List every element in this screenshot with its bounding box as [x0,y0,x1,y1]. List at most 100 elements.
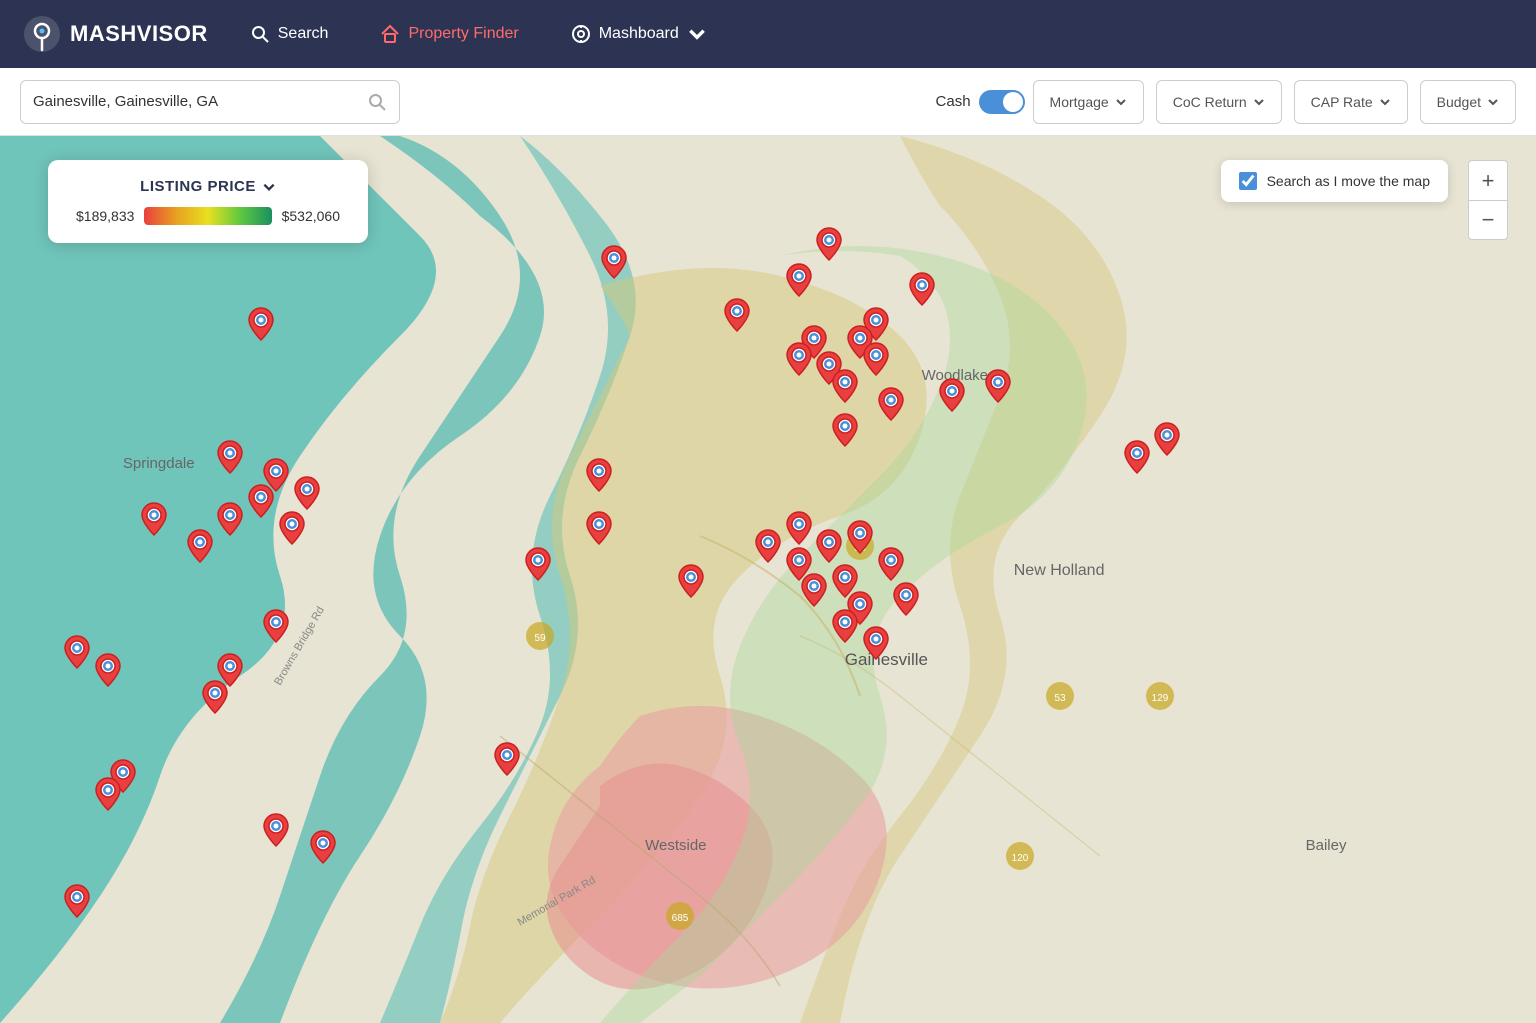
search-icon [367,92,387,112]
zoom-controls: + − [1468,160,1508,240]
map-pin[interactable] [309,829,337,863]
map-pin[interactable] [94,652,122,686]
map-pin[interactable] [600,244,628,278]
logo[interactable]: MASHVISOR [24,16,208,52]
cash-mortgage-toggle-wrap: Cash Mortgage [936,80,1144,124]
map-pin[interactable] [247,306,275,340]
map-pin[interactable] [877,546,905,580]
nav-mashboard[interactable]: Mashboard [561,18,717,50]
mortgage-dropdown-btn[interactable]: Mortgage [1033,80,1144,124]
map-pin[interactable] [785,262,813,296]
map-pin[interactable] [524,546,552,580]
legend-title-text: LISTING PRICE [140,178,256,195]
dashboard-icon [571,24,591,44]
map-pin[interactable] [585,510,613,544]
legend-gradient-bar [144,207,271,225]
legend-max: $532,060 [282,208,340,224]
search-as-move-label[interactable]: Search as I move the map [1267,173,1430,189]
cash-label: Cash [936,93,971,110]
map-pin[interactable] [831,368,859,402]
map-pin[interactable] [785,510,813,544]
nav-search[interactable]: Search [240,18,339,50]
svg-text:120: 120 [1012,853,1029,864]
nav-search-label: Search [278,25,329,43]
legend-min: $189,833 [76,208,134,224]
nav-mashboard-label: Mashboard [599,25,679,43]
map-pin[interactable] [585,457,613,491]
logo-text: MASHVISOR [70,21,208,47]
search-as-move-wrap: Search as I move the map [1221,160,1448,202]
map-pin[interactable] [278,510,306,544]
map-pin[interactable] [262,608,290,642]
map-pin[interactable] [493,741,521,775]
map-pin[interactable] [247,483,275,517]
map-pin[interactable] [140,501,168,535]
map-pin[interactable] [201,679,229,713]
map-pin[interactable] [63,883,91,917]
map-pin[interactable] [831,412,859,446]
coc-chevron-icon [1253,96,1265,108]
map-pin[interactable] [877,386,905,420]
price-legend: LISTING PRICE $189,833 $532,060 [48,160,368,243]
map-pin[interactable] [862,625,890,659]
location-search-button[interactable] [367,92,387,112]
mortgage-label: Mortgage [1050,94,1109,110]
map-pin[interactable] [293,475,321,509]
map-pin[interactable] [908,271,936,305]
mortgage-chevron-icon [1115,96,1127,108]
budget-chevron-icon [1487,96,1499,108]
map-pin[interactable] [892,581,920,615]
map-pin[interactable] [754,528,782,562]
map-area[interactable]: Browns Bridge Rd Memorial Park Rd 59 53 … [0,136,1536,1023]
svg-text:129: 129 [1152,693,1169,704]
map-pin[interactable] [815,226,843,260]
map-pin[interactable] [216,439,244,473]
budget-btn[interactable]: Budget [1420,80,1516,124]
map-pin[interactable] [862,341,890,375]
map-pin[interactable] [216,501,244,535]
map-pin[interactable] [984,368,1012,402]
search-nav-icon [250,24,270,44]
map-pin[interactable] [938,377,966,411]
legend-title[interactable]: LISTING PRICE [76,178,340,195]
map-pin[interactable] [815,528,843,562]
location-input[interactable] [33,93,367,110]
zoom-out-button[interactable]: − [1468,200,1508,240]
map-pin[interactable] [94,776,122,810]
map-pin[interactable] [800,572,828,606]
map-pin[interactable] [63,634,91,668]
legend-bar-wrap: $189,833 $532,060 [76,207,340,225]
zoom-in-button[interactable]: + [1468,160,1508,200]
house-icon [380,24,400,44]
coc-return-label: CoC Return [1173,94,1247,110]
cash-mortgage-toggle[interactable] [979,90,1025,114]
nav-property-finder-label: Property Finder [408,25,518,43]
navbar: MASHVISOR Search Property Finder Mashboa… [0,0,1536,68]
cap-rate-label: CAP Rate [1311,94,1373,110]
map-pin[interactable] [846,519,874,553]
svg-text:685: 685 [672,913,689,924]
legend-chevron-icon [262,180,276,194]
chevron-down-icon [687,24,707,44]
logo-icon [24,16,60,52]
svg-text:53: 53 [1054,693,1066,704]
map-pin[interactable] [1153,421,1181,455]
search-as-move-checkbox[interactable] [1239,172,1257,190]
location-input-wrap [20,80,400,124]
coc-return-btn[interactable]: CoC Return [1156,80,1282,124]
filter-group: Cash Mortgage CoC Return CAP Rate Budget [936,80,1516,124]
cap-chevron-icon [1379,96,1391,108]
nav-property-finder[interactable]: Property Finder [370,18,528,50]
map-background: Browns Bridge Rd Memorial Park Rd 59 53 … [0,136,1536,1023]
map-pin[interactable] [262,812,290,846]
searchbar: Cash Mortgage CoC Return CAP Rate Budget [0,68,1536,136]
map-pin[interactable] [831,608,859,642]
budget-label: Budget [1437,94,1481,110]
svg-text:59: 59 [534,633,546,644]
map-pin[interactable] [1123,439,1151,473]
map-pin[interactable] [723,297,751,331]
map-pin[interactable] [677,563,705,597]
cap-rate-btn[interactable]: CAP Rate [1294,80,1408,124]
map-pin[interactable] [186,528,214,562]
map-pin[interactable] [785,341,813,375]
